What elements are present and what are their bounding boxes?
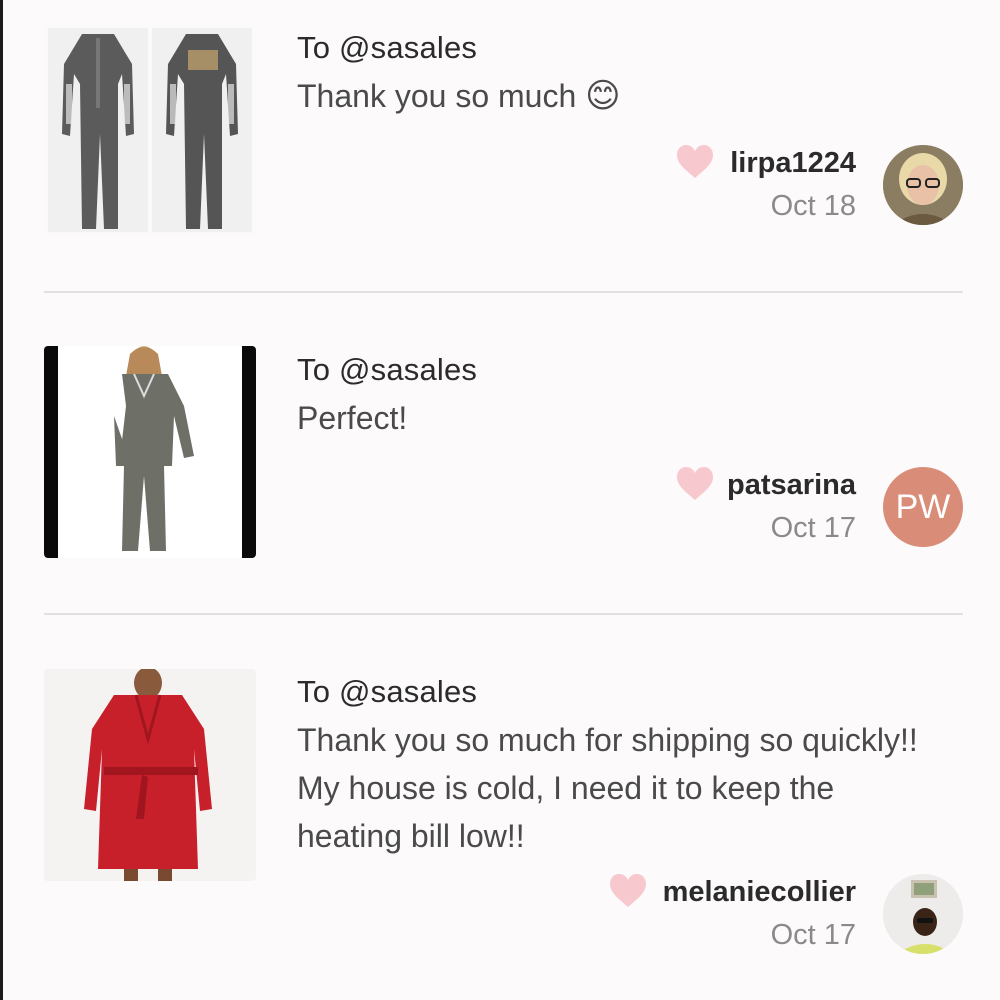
user-avatar[interactable] bbox=[883, 145, 963, 225]
robe-image bbox=[44, 669, 256, 881]
divider bbox=[44, 291, 963, 293]
reviewer-username[interactable]: lirpa1224 bbox=[730, 147, 856, 180]
review-message-text: Thank you so much bbox=[297, 78, 577, 114]
onesie-image bbox=[44, 24, 256, 236]
heart-icon[interactable] bbox=[676, 144, 714, 180]
pajama-set-image bbox=[44, 346, 256, 558]
smiley-emoji-icon: 😊 bbox=[585, 77, 621, 115]
love-notes-page: To @sasales Thank you so much 😊 lirpa122… bbox=[0, 0, 1000, 1000]
avatar-photo bbox=[883, 145, 963, 225]
avatar-photo bbox=[883, 874, 963, 954]
review-message: Thank you so much for shipping so quickl… bbox=[297, 716, 937, 860]
review-message: Perfect! bbox=[297, 394, 937, 442]
user-avatar-initials[interactable]: PW bbox=[883, 467, 963, 547]
review-recipient: To @sasales bbox=[297, 352, 478, 387]
review-message: Thank you so much 😊 bbox=[297, 72, 937, 120]
heart-icon[interactable] bbox=[609, 873, 647, 909]
review-date: Oct 17 bbox=[770, 512, 856, 544]
reviewer-username[interactable]: melaniecollier bbox=[663, 876, 856, 909]
product-thumbnail[interactable] bbox=[44, 669, 256, 881]
user-avatar[interactable] bbox=[883, 874, 963, 954]
review-message-text: Perfect! bbox=[297, 400, 408, 436]
reviewer-username[interactable]: patsarina bbox=[727, 469, 856, 502]
review-recipient: To @sasales bbox=[297, 674, 478, 709]
product-thumbnail[interactable] bbox=[44, 24, 256, 236]
product-thumbnail[interactable] bbox=[44, 346, 256, 558]
heart-icon[interactable] bbox=[676, 466, 714, 502]
review-date: Oct 18 bbox=[770, 190, 856, 222]
review-recipient: To @sasales bbox=[297, 30, 478, 65]
divider bbox=[44, 613, 963, 615]
review-message-text: Thank you so much for shipping so quickl… bbox=[297, 722, 918, 854]
review-date: Oct 17 bbox=[770, 919, 856, 951]
